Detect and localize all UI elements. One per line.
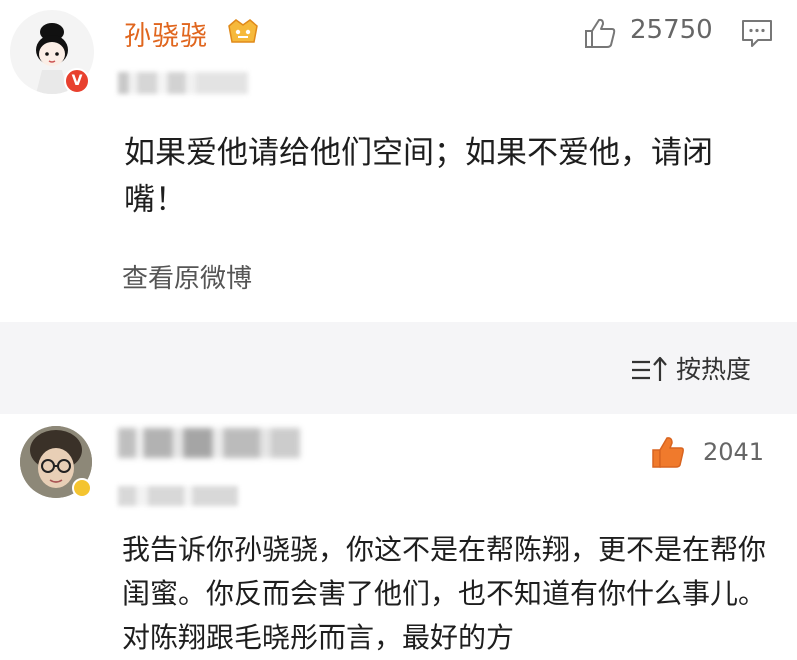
post-timestamp-blurred [118, 72, 248, 94]
sort-icon[interactable] [630, 354, 670, 384]
comment-text: 我告诉你孙骁骁，你这不是在帮陈翔，更不是在帮你闺蜜。你反而会害了他们，也不知道有… [122, 533, 767, 654]
verified-badge: V [64, 68, 90, 94]
gold-badge-icon [72, 478, 92, 498]
comment-icon[interactable] [741, 18, 773, 48]
crown-icon [228, 19, 258, 43]
post-text: 如果爱他请给他们空间；如果不爱他，请闭嘴！ [124, 135, 713, 218]
comment-timestamp-blurred [118, 486, 238, 506]
thumbs-up-icon[interactable] [650, 434, 686, 470]
commenter-name-blurred [118, 428, 300, 458]
view-original-link[interactable]: 查看原微博 [122, 258, 252, 295]
sort-by-hot-button[interactable]: 按热度 [676, 350, 751, 386]
post-author-name[interactable]: 孙骁骁 [124, 14, 208, 53]
post-like-count: 25750 [630, 15, 713, 45]
thumbs-up-icon[interactable] [583, 16, 617, 50]
comment-like-count: 2041 [703, 438, 765, 466]
